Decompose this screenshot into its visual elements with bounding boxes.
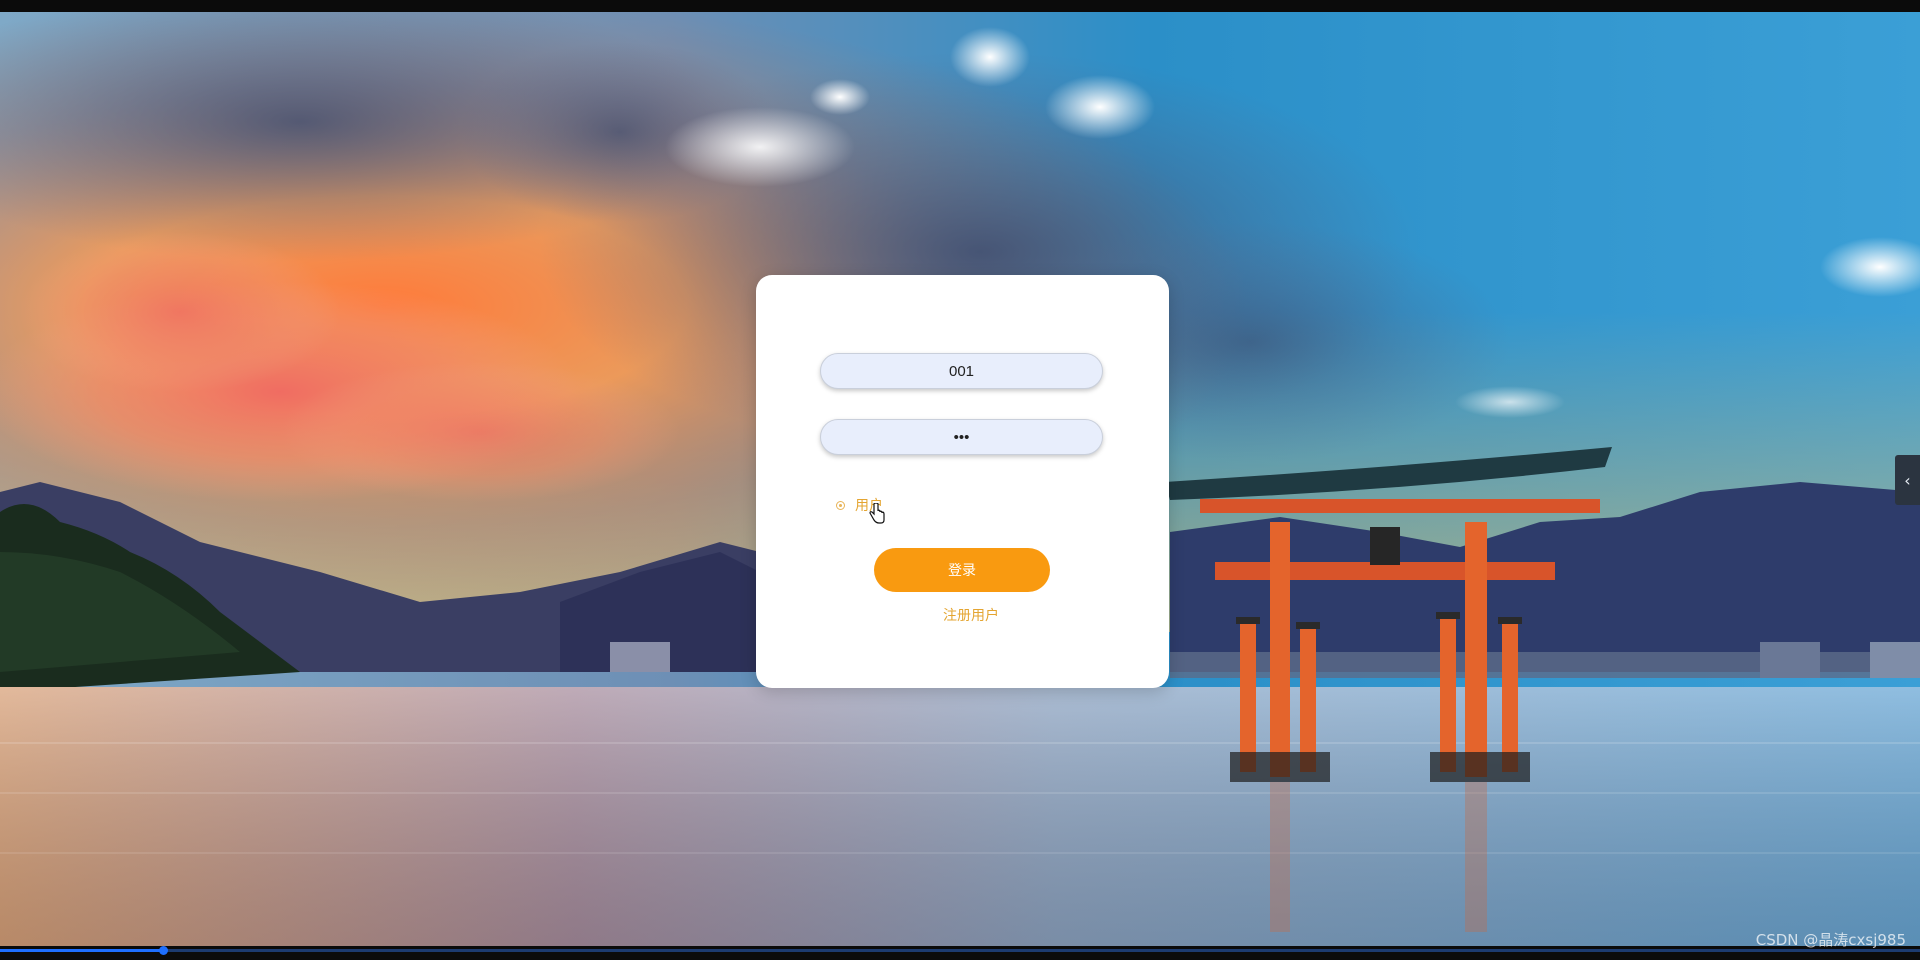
register-link[interactable]: 注册用户 <box>756 605 1186 625</box>
radio-icon[interactable] <box>836 500 845 510</box>
video-progress-bar[interactable] <box>0 946 1920 955</box>
login-button[interactable]: 登录 <box>874 548 1050 592</box>
watermark: CSDN @晶涛cxsj985 <box>1755 931 1906 949</box>
top-bar <box>0 0 1920 12</box>
chevron-left-icon[interactable]: ‹ <box>1895 455 1920 505</box>
side-toggle-glyph: ‹ <box>1904 470 1911 490</box>
bottom-bar <box>0 946 1920 960</box>
username-input[interactable] <box>820 353 1103 389</box>
progress-fill <box>0 949 164 952</box>
password-input[interactable] <box>820 419 1103 455</box>
login-card: 用户 登录 注册用户 <box>756 275 1169 688</box>
hand-cursor-icon <box>869 503 885 524</box>
progress-handle[interactable] <box>159 946 169 955</box>
